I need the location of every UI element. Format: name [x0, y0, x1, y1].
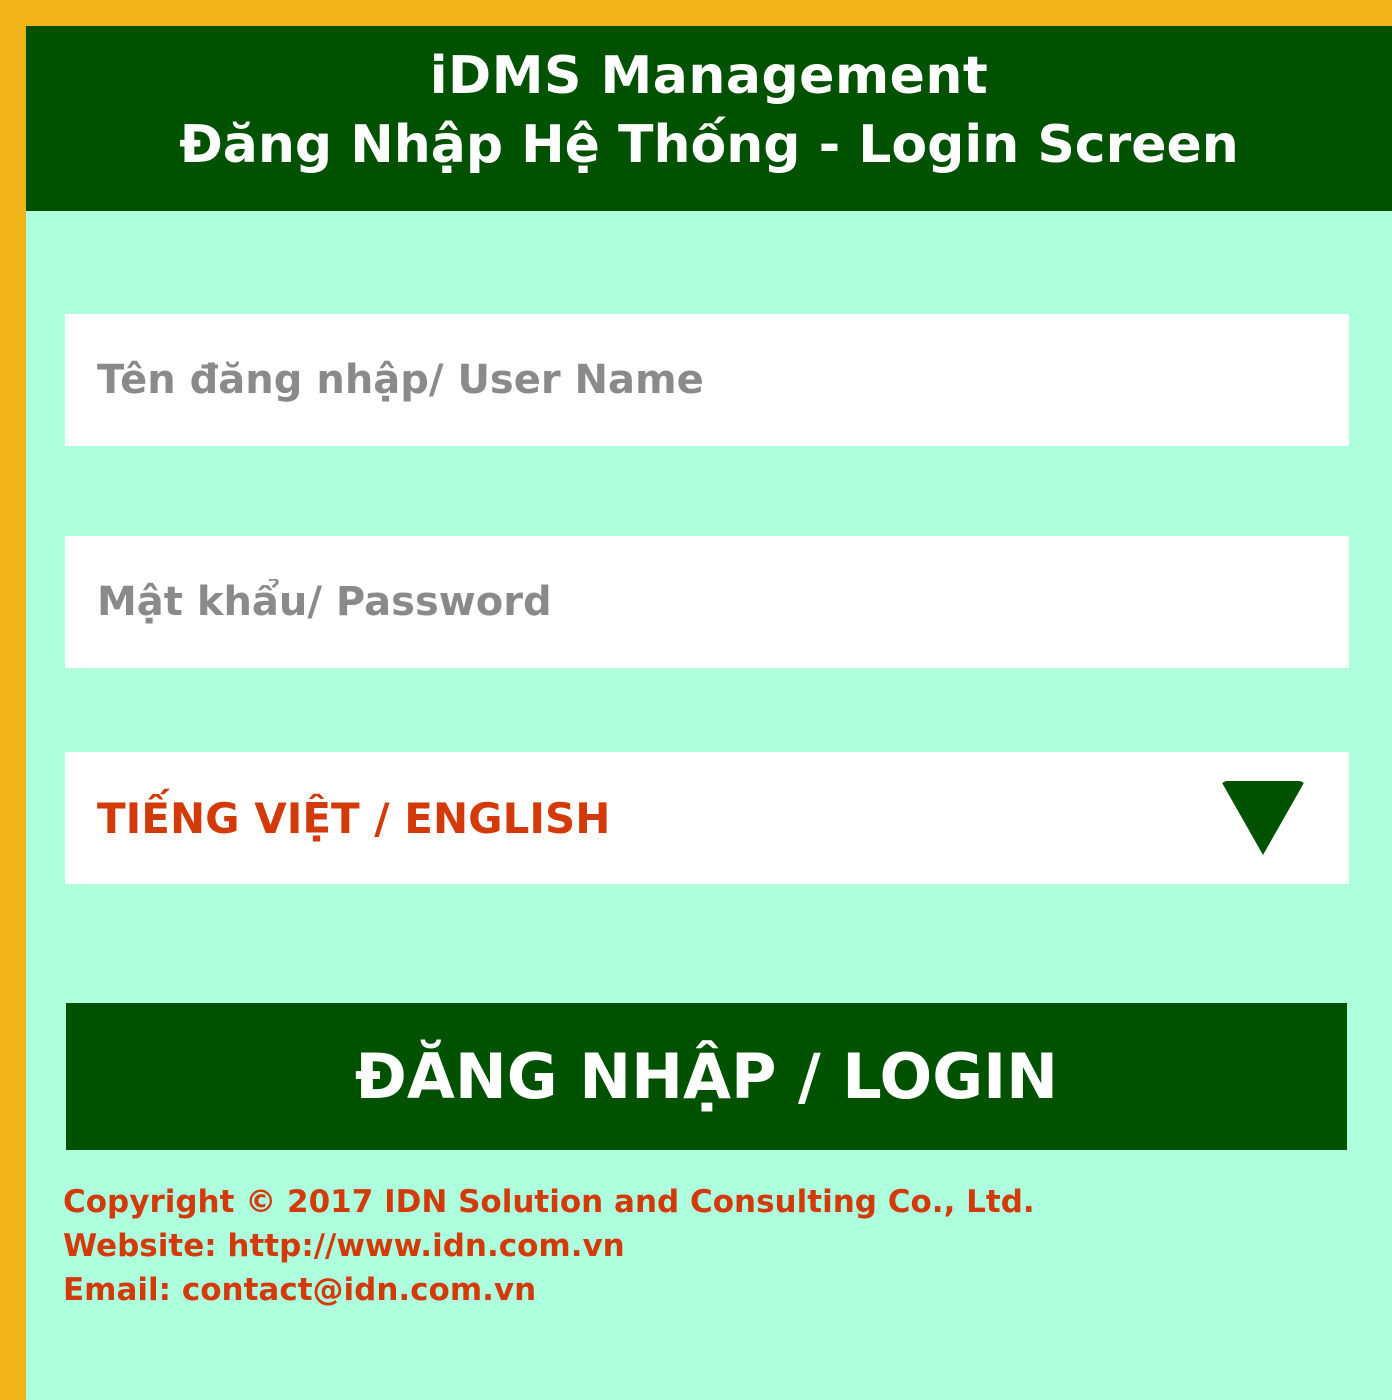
triangle-down-icon[interactable]: [1221, 781, 1305, 855]
app-title: iDMS Management: [429, 46, 989, 106]
email-link[interactable]: Email: contact@idn.com.vn: [63, 1268, 1035, 1312]
login-header: iDMS Management Đăng Nhập Hệ Thống - Log…: [26, 26, 1392, 211]
username-field[interactable]: [65, 314, 1349, 446]
login-button[interactable]: ĐĂNG NHẬP / LOGIN: [66, 1003, 1347, 1150]
copyright-text: Copyright © 2017 IDN Solution and Consul…: [63, 1184, 1035, 1220]
password-field[interactable]: [65, 536, 1349, 668]
website-link[interactable]: Website: http://www.idn.com.vn: [63, 1224, 1035, 1268]
username-input[interactable]: [97, 314, 1349, 446]
language-select-label: TIẾNG VIỆT / ENGLISH: [97, 793, 611, 843]
frame-left-border: [0, 0, 26, 1400]
password-input[interactable]: [97, 536, 1349, 668]
language-select[interactable]: TIẾNG VIỆT / ENGLISH: [65, 752, 1349, 884]
footer: Copyright © 2017 IDN Solution and Consul…: [63, 1180, 1035, 1312]
frame-top-border: [0, 0, 1392, 26]
login-screen-title: Đăng Nhập Hệ Thống - Login Screen: [179, 115, 1239, 175]
